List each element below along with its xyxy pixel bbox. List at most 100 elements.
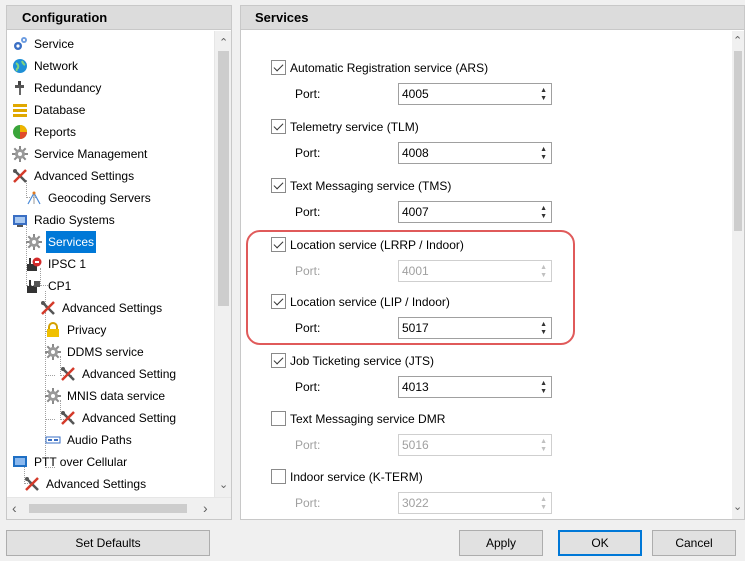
spin-down-icon: ▼ bbox=[540, 446, 547, 453]
gear-icon bbox=[45, 344, 61, 360]
set-defaults-button[interactable]: Set Defaults bbox=[6, 530, 210, 556]
port-spinner[interactable]: 4005 ▲ ▼ bbox=[398, 83, 552, 105]
tools-icon bbox=[24, 476, 40, 492]
cp-radio-icon bbox=[26, 278, 42, 294]
service-name: Text Messaging service (TMS) bbox=[290, 179, 452, 193]
spin-down-icon[interactable]: ▼ bbox=[540, 388, 547, 395]
scroll-left-arrow-icon[interactable]: ‹ bbox=[12, 501, 17, 515]
redundancy-icon bbox=[12, 80, 28, 96]
service-name: Job Ticketing service (JTS) bbox=[290, 354, 435, 368]
port-value: 5016 bbox=[402, 438, 429, 452]
gear-icon bbox=[12, 146, 28, 162]
tree-item-label: Advanced Settings bbox=[46, 477, 147, 491]
spin-down-icon[interactable]: ▼ bbox=[540, 213, 547, 220]
port-label: Port: bbox=[295, 205, 321, 219]
radio-systems-icon bbox=[12, 212, 28, 228]
tree-item-label: Service Management bbox=[34, 147, 148, 161]
tree-item-label: Services bbox=[46, 231, 97, 253]
tree-item-label: MNIS data service bbox=[67, 389, 166, 403]
service-checkbox[interactable] bbox=[271, 119, 286, 134]
port-value[interactable]: 4008 bbox=[402, 143, 429, 163]
service-name: Indoor service (K-TERM) bbox=[290, 470, 423, 484]
service-checkbox[interactable] bbox=[271, 469, 286, 484]
tree-item-label: Service bbox=[34, 37, 75, 51]
database-icon bbox=[12, 102, 28, 118]
tools-icon bbox=[40, 300, 56, 316]
port-spinner: 5016 ▲ ▼ bbox=[398, 434, 552, 456]
tree-vertical-scroll-thumb[interactable] bbox=[218, 51, 229, 306]
services-panel: Services ⌃ ⌄ Automatic Registration serv… bbox=[240, 5, 745, 520]
highlight-annotation bbox=[246, 230, 575, 345]
tree-vertical-scrollbar[interactable]: ⌃ ⌄ bbox=[214, 31, 231, 498]
tree-item-label: Radio Systems bbox=[34, 213, 115, 227]
port-spinner[interactable]: 4007 ▲ ▼ bbox=[398, 201, 552, 223]
apply-button[interactable]: Apply bbox=[459, 530, 543, 556]
ok-button[interactable]: OK bbox=[558, 530, 642, 556]
spin-up-icon: ▲ bbox=[540, 496, 547, 503]
port-value[interactable]: 4005 bbox=[402, 84, 429, 104]
services-header: Services bbox=[241, 6, 744, 30]
port-value[interactable]: 4007 bbox=[402, 202, 429, 222]
port-spinner[interactable]: 4013 ▲ ▼ bbox=[398, 376, 552, 398]
tree-item-label: Advanced Settings bbox=[34, 169, 135, 183]
scroll-right-arrow-icon[interactable]: › bbox=[203, 501, 208, 515]
ipsc-radio-icon bbox=[26, 256, 42, 272]
tree-item-label: Advanced Setting bbox=[82, 367, 177, 381]
service-name: Telemetry service (TLM) bbox=[290, 120, 419, 134]
service-name: Text Messaging service DMR bbox=[290, 412, 446, 426]
gear-icon bbox=[26, 234, 42, 250]
tree-item-label: Network bbox=[34, 59, 79, 73]
lock-icon bbox=[45, 322, 61, 338]
tree-item-label: Database bbox=[34, 103, 86, 117]
tools-icon bbox=[60, 410, 76, 426]
geocoding-icon bbox=[26, 190, 42, 206]
port-label: Port: bbox=[295, 496, 321, 510]
spin-down-icon: ▼ bbox=[540, 504, 547, 511]
gear-icon bbox=[45, 388, 61, 404]
port-value: 3022 bbox=[402, 496, 429, 510]
spin-up-icon[interactable]: ▲ bbox=[540, 205, 547, 212]
configuration-panel: Configuration Service Network Redundancy Da… bbox=[6, 5, 232, 520]
tree-item-label: Advanced Settings bbox=[62, 301, 163, 315]
services-vertical-scroll-thumb[interactable] bbox=[734, 51, 742, 231]
cancel-button[interactable]: Cancel bbox=[652, 530, 736, 556]
tree-item-label: IPSC 1 bbox=[48, 257, 87, 271]
configuration-tree: Service Network Redundancy Database Reports S… bbox=[7, 31, 231, 519]
service-name: Automatic Registration service (ARS) bbox=[290, 61, 489, 75]
tree-horizontal-scroll-thumb[interactable] bbox=[29, 504, 187, 513]
port-label: Port: bbox=[295, 380, 321, 394]
tree-item-label: Geocoding Servers bbox=[48, 191, 151, 205]
spin-up-icon[interactable]: ▲ bbox=[540, 380, 547, 387]
tree-item-label: Reports bbox=[34, 125, 77, 139]
services-vertical-scrollbar[interactable]: ⌃ ⌄ bbox=[732, 31, 744, 519]
network-globe-icon bbox=[12, 58, 28, 74]
spin-up-icon[interactable]: ▲ bbox=[540, 146, 547, 153]
spin-down-icon[interactable]: ▼ bbox=[540, 154, 547, 161]
tree-horizontal-scrollbar[interactable]: ‹ › bbox=[7, 497, 231, 519]
service-checkbox[interactable] bbox=[271, 178, 286, 193]
configuration-header: Configuration bbox=[7, 6, 231, 30]
service-checkbox[interactable] bbox=[271, 411, 286, 426]
tree-item-label: DDMS service bbox=[67, 345, 144, 359]
scroll-down-arrow-icon[interactable]: ⌄ bbox=[733, 501, 742, 513]
tree-item-label: CP1 bbox=[48, 279, 72, 293]
port-label: Port: bbox=[295, 87, 321, 101]
port-label: Port: bbox=[295, 438, 321, 452]
tree-item-label: Audio Paths bbox=[67, 433, 132, 447]
spin-down-icon[interactable]: ▼ bbox=[540, 95, 547, 102]
port-label: Port: bbox=[295, 146, 321, 160]
scroll-up-arrow-icon[interactable]: ⌃ bbox=[733, 35, 742, 47]
scroll-up-arrow-icon[interactable]: ⌃ bbox=[219, 37, 228, 49]
scroll-down-arrow-icon[interactable]: ⌄ bbox=[219, 479, 228, 491]
spin-up-icon[interactable]: ▲ bbox=[540, 87, 547, 94]
spin-up-icon: ▲ bbox=[540, 438, 547, 445]
port-spinner[interactable]: 4008 ▲ ▼ bbox=[398, 142, 552, 164]
audio-paths-icon bbox=[45, 432, 61, 448]
service-checkbox[interactable] bbox=[271, 60, 286, 75]
tree-item-label: Redundancy bbox=[34, 81, 102, 95]
port-value[interactable]: 4013 bbox=[402, 377, 429, 397]
ptt-cellular-icon bbox=[12, 454, 28, 470]
tree-item-label: Advanced Setting bbox=[82, 411, 177, 425]
service-checkbox[interactable] bbox=[271, 353, 286, 368]
tree-item-label: PTT over Cellular bbox=[34, 455, 128, 469]
